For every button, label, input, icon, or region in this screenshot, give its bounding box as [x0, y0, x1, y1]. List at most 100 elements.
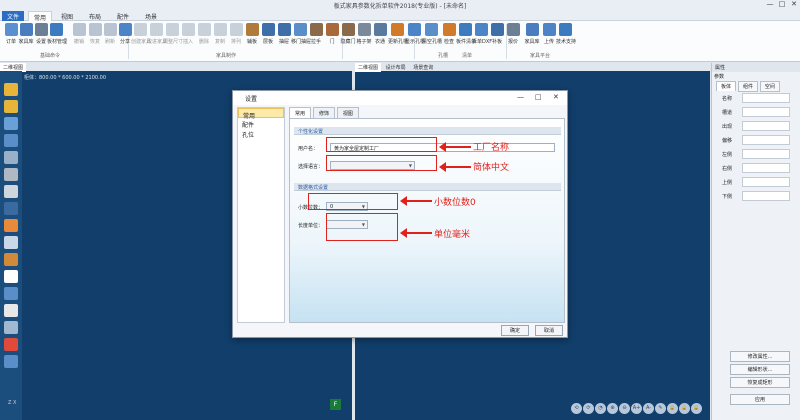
- tool-icon[interactable]: [4, 287, 18, 300]
- menu-fittings[interactable]: 配件: [112, 11, 134, 21]
- menu-view[interactable]: 视图: [56, 11, 78, 21]
- property-input[interactable]: [742, 191, 790, 201]
- view-tool-icon[interactable]: ✎: [655, 403, 666, 414]
- property-row: 上侧: [722, 177, 800, 188]
- tool-icon[interactable]: [4, 185, 18, 198]
- property-input[interactable]: [742, 121, 790, 131]
- property-input[interactable]: [742, 93, 790, 103]
- left-toolbar: [0, 71, 22, 420]
- property-label: 右侧: [722, 166, 733, 172]
- ribbon-icon: [72, 23, 86, 36]
- ribbon-icon: [277, 23, 291, 36]
- tool-icon[interactable]: [4, 355, 18, 368]
- tab-space[interactable]: 空间: [759, 81, 780, 92]
- view-tool-icon[interactable]: 🔒: [667, 403, 678, 414]
- close-button[interactable]: ✕: [788, 0, 800, 8]
- view-tool-icon[interactable]: ⟲: [571, 403, 582, 414]
- view-tool-icon[interactable]: A+: [631, 403, 642, 414]
- property-input[interactable]: [742, 107, 790, 117]
- property-input[interactable]: [742, 149, 790, 159]
- view-tool-icon[interactable]: 🔓: [679, 403, 690, 414]
- ribbon-button-label: 衣通: [374, 39, 385, 45]
- view-tool-icon[interactable]: ⟳: [583, 403, 594, 414]
- axis-x-label: X: [13, 400, 17, 406]
- nav-holes[interactable]: 孔位: [238, 128, 284, 139]
- tool-icon[interactable]: [4, 202, 18, 215]
- arrow-icon: [439, 142, 471, 152]
- nav-common[interactable]: 常用: [238, 108, 284, 120]
- property-label: 下侧: [722, 194, 733, 200]
- tool-icon[interactable]: [4, 338, 18, 351]
- highlight-username: [326, 137, 437, 152]
- ribbon-button[interactable]: 家具库: [523, 23, 541, 45]
- ribbon-button[interactable]: 板材管理: [47, 23, 67, 45]
- view-tool-icon[interactable]: ⊖: [619, 403, 630, 414]
- menu-layout[interactable]: 布局: [84, 11, 106, 21]
- ribbon-button[interactable]: 报价: [504, 23, 522, 45]
- tool-icon[interactable]: [4, 151, 18, 164]
- ribbon-button[interactable]: 更新孔槽: [388, 23, 408, 45]
- front-view-badge[interactable]: F: [330, 399, 341, 410]
- tab-scene-query[interactable]: 场景查询: [410, 63, 436, 72]
- cancel-button[interactable]: 取消: [535, 325, 563, 336]
- ribbon-icon: [19, 23, 33, 36]
- ribbon-button[interactable]: 衣通: [371, 23, 389, 45]
- tab-board[interactable]: 板体: [716, 81, 737, 91]
- ribbon-icon: [373, 23, 387, 36]
- modify-properties-button[interactable]: 修改属性...: [730, 351, 790, 362]
- personal-section-header: 个性化设置: [294, 127, 561, 135]
- nav-fittings[interactable]: 配件: [238, 118, 284, 129]
- apply-button[interactable]: 应用: [730, 394, 790, 405]
- property-input[interactable]: [742, 163, 790, 173]
- view-tool-icon[interactable]: ⊕: [607, 403, 618, 414]
- ribbon-icon: [165, 23, 179, 36]
- highlight-unit: [326, 213, 398, 241]
- menu-file[interactable]: 文件: [2, 11, 24, 21]
- axis-z-label: Z: [8, 400, 12, 406]
- property-label: 名称: [722, 96, 733, 102]
- tool-icon[interactable]: [4, 100, 18, 113]
- view-tool-icon[interactable]: A-: [643, 403, 654, 414]
- tool-icon[interactable]: [4, 236, 18, 249]
- dialog-minimize[interactable]: —: [517, 93, 524, 101]
- edit-shape-button[interactable]: 编辑形状...: [730, 364, 790, 375]
- property-tabs: 板体 组件 空间: [716, 81, 780, 92]
- property-row: 左侧: [722, 149, 800, 160]
- tool-icon[interactable]: [4, 83, 18, 96]
- ok-button[interactable]: 确定: [501, 325, 529, 336]
- view-tool-icon[interactable]: ◔: [595, 403, 606, 414]
- tool-icon[interactable]: [4, 168, 18, 181]
- menu-common[interactable]: 常用: [28, 11, 53, 22]
- tab-component[interactable]: 组件: [737, 81, 758, 92]
- tool-icon[interactable]: [4, 253, 18, 266]
- tool-icon[interactable]: [4, 117, 18, 130]
- property-input[interactable]: [742, 135, 790, 145]
- menu-scene[interactable]: 场景: [140, 11, 162, 21]
- property-input[interactable]: [742, 177, 790, 187]
- dialog-close[interactable]: ✕: [553, 93, 559, 101]
- ribbon-icon: [442, 23, 456, 36]
- tool-icon[interactable]: [4, 321, 18, 334]
- annotation-decimal: 小数位数0: [434, 198, 476, 208]
- property-row: 偏移: [722, 135, 800, 146]
- ribbon-button[interactable]: 显示孔槽: [405, 23, 425, 45]
- property-label: 出现: [722, 124, 733, 130]
- ribbon-icon: [88, 23, 102, 36]
- tab-design-layout[interactable]: 设计布局: [383, 63, 409, 72]
- ribbon-icon: [490, 23, 504, 36]
- tool-icon[interactable]: [4, 219, 18, 232]
- ribbon-button[interactable]: 清空孔槽: [422, 23, 442, 45]
- ribbon-icon: [390, 23, 404, 36]
- maximize-button[interactable]: □: [776, 0, 788, 8]
- tab-2d[interactable]: 二维视图: [355, 63, 382, 72]
- restore-rectangle-button[interactable]: 恢复成矩形: [730, 377, 790, 388]
- tool-icon[interactable]: [4, 270, 18, 283]
- dialog-maximize[interactable]: □: [535, 93, 542, 101]
- ribbon-icon: [149, 23, 163, 36]
- property-row: 下侧: [722, 191, 800, 202]
- view-tool-icon[interactable]: 🔒: [691, 403, 702, 414]
- tool-icon[interactable]: [4, 134, 18, 147]
- tool-icon[interactable]: [4, 304, 18, 317]
- ribbon-button[interactable]: 技术支持: [556, 23, 576, 45]
- minimize-button[interactable]: —: [764, 0, 776, 8]
